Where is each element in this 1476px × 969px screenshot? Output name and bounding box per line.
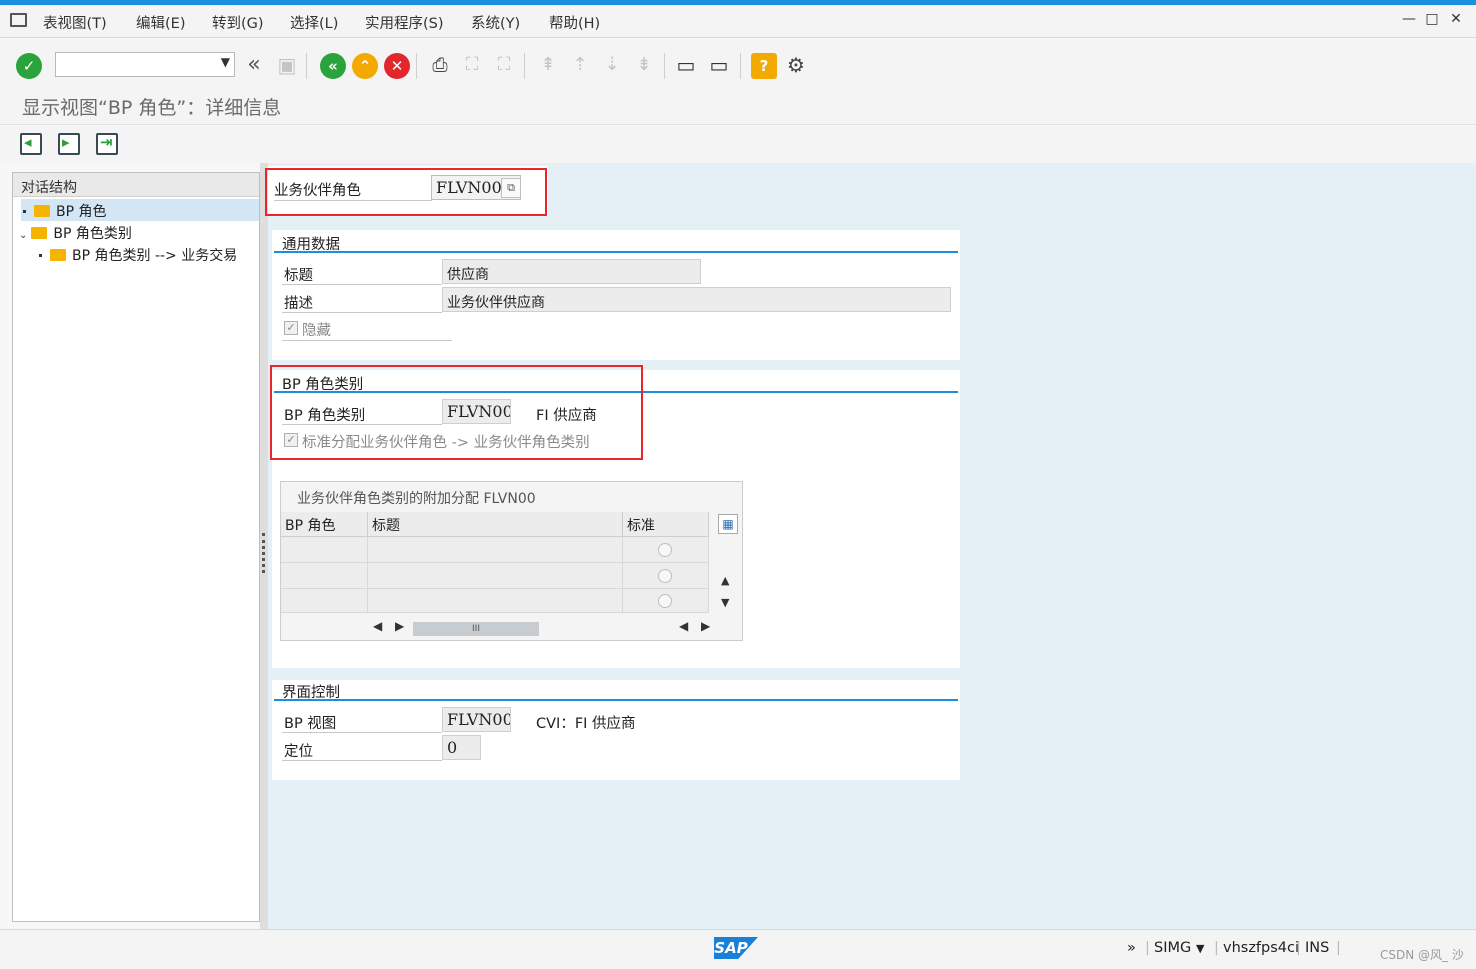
standard-radio[interactable]: [658, 543, 672, 557]
next-page-icon[interactable]: ⇣: [600, 52, 624, 78]
description-label: 描述: [284, 296, 313, 312]
position-label: 定位: [284, 744, 313, 760]
status-bar: SAP » | SIMG ▼ | vhszfps4ci | INS | CSDN…: [0, 929, 1476, 969]
input-mode[interactable]: INS: [1305, 940, 1329, 956]
next-entry-icon[interactable]: ▸: [58, 133, 80, 155]
server-name: vhszfps4ci: [1223, 940, 1300, 956]
folder-icon: [34, 205, 50, 217]
menu-item-help[interactable]: 帮助(H): [549, 12, 600, 33]
chevron-down-icon[interactable]: ▼: [1196, 942, 1204, 955]
bp-view-field[interactable]: FLVN00: [442, 707, 511, 732]
hidden-label: 隐藏: [302, 323, 331, 339]
folder-icon: [50, 249, 66, 261]
horizontal-scrollbar[interactable]: III: [413, 622, 539, 636]
last-page-icon[interactable]: ⇟: [632, 52, 656, 78]
standard-toolbar: ✓ ▼ « ▣ « ⌃ ✕ ⎙ ⛶ ⛶ ⇞ ⇡ ⇣ ⇟ ▭ ▭ ? ⚙: [0, 39, 1476, 85]
title-bar: 显示视图“BP 角色”：详细信息: [0, 85, 1476, 125]
table-row[interactable]: [281, 589, 368, 613]
scroll-down-icon[interactable]: ▼: [721, 596, 729, 609]
scroll-left-icon[interactable]: ◀: [373, 619, 382, 633]
menu-item-goto[interactable]: 转到(G): [212, 12, 264, 33]
tree-node-bp-role-category[interactable]: ⌄ BP 角色类别: [19, 221, 132, 243]
watermark: CSDN @风_ 沙: [1380, 948, 1464, 962]
bp-view-label: BP 视图: [284, 716, 337, 732]
expand-caret-icon[interactable]: ⌄: [19, 230, 27, 241]
select-entry-icon[interactable]: ⇥: [96, 133, 118, 155]
back-icon[interactable]: «: [320, 53, 346, 79]
additional-assignment-table: 业务伙伴角色类别的附加分配 FLVN00 BP 角色 标题 标准 ▦ ▲ ▼ ◀…: [280, 481, 743, 641]
find-next-icon[interactable]: ⛶: [492, 52, 516, 78]
column-header-bp-role[interactable]: BP 角色: [281, 512, 368, 537]
folder-icon: [31, 227, 48, 239]
standard-radio[interactable]: [658, 569, 672, 583]
page-title: 显示视图“BP 角色”：详细信息: [22, 97, 282, 119]
description-field[interactable]: 业务伙伴供应商: [442, 287, 951, 312]
highlight-box: [265, 168, 547, 216]
save-icon[interactable]: ▣: [275, 52, 299, 78]
scroll-right-icon[interactable]: ▶: [701, 619, 710, 633]
command-field[interactable]: ▼: [55, 52, 235, 77]
tree-header: 对话结构: [13, 173, 259, 197]
print-icon[interactable]: ⎙: [428, 52, 452, 78]
maximize-button[interactable]: □: [1423, 11, 1441, 31]
exit-icon[interactable]: ⌃: [352, 53, 378, 79]
sap-logo: SAP: [714, 937, 758, 959]
close-window-button[interactable]: ✕: [1447, 11, 1465, 31]
prev-page-icon[interactable]: ⇡: [568, 52, 592, 78]
application-toolbar: ◂ ▸ ⇥: [0, 126, 1476, 163]
hidden-checkbox[interactable]: ✓: [284, 321, 298, 335]
menu-item-table-view[interactable]: 表视图(T): [43, 12, 107, 33]
column-header-title[interactable]: 标题: [368, 512, 623, 537]
previous-entry-icon[interactable]: ◂: [20, 133, 42, 155]
menu-item-selection[interactable]: 选择(L): [290, 12, 338, 33]
minimize-button[interactable]: —: [1400, 11, 1418, 31]
transaction-code[interactable]: SIMG: [1154, 940, 1191, 956]
scroll-left-icon[interactable]: ◀: [679, 619, 688, 633]
bp-view-text: CVI：FI 供应商: [536, 716, 636, 732]
position-field[interactable]: 0: [442, 735, 481, 760]
table-row[interactable]: [281, 537, 368, 563]
standard-radio[interactable]: [658, 594, 672, 608]
create-session-icon[interactable]: ▭: [674, 52, 698, 78]
menu-item-utilities[interactable]: 实用程序(S): [365, 12, 444, 33]
help-icon[interactable]: ?: [751, 53, 777, 79]
scroll-right-icon[interactable]: ▶: [395, 619, 404, 633]
collapse-toolbar-icon[interactable]: «: [242, 52, 266, 78]
menu-list-icon[interactable]: [10, 13, 27, 27]
tree-node-bp-role[interactable]: BP 角色: [21, 199, 259, 221]
chevron-down-icon[interactable]: ▼: [221, 55, 230, 69]
highlight-box: [270, 365, 643, 460]
shortcut-icon[interactable]: ▭: [707, 52, 731, 78]
menu-item-system[interactable]: 系统(Y): [471, 12, 520, 33]
table-settings-icon[interactable]: ▦: [718, 514, 738, 534]
find-icon[interactable]: ⛶: [460, 52, 484, 78]
heading-field[interactable]: 供应商: [442, 259, 701, 284]
table-title: 业务伙伴角色类别的附加分配 FLVN00: [297, 491, 536, 507]
menu-bar: 表视图(T) 编辑(E) 转到(G) 选择(L) 实用程序(S) 系统(Y) 帮…: [0, 5, 1476, 38]
table-row[interactable]: [281, 563, 368, 589]
cancel-icon[interactable]: ✕: [384, 53, 410, 79]
scroll-up-icon[interactable]: ▲: [721, 574, 729, 587]
dialog-structure-tree: 对话结构 BP 角色 ⌄ BP 角色类别 BP 角色类别 --> 业务交易: [12, 172, 260, 922]
tree-node-category-transaction[interactable]: BP 角色类别 --> 业务交易: [39, 243, 237, 265]
enter-icon[interactable]: ✓: [16, 53, 42, 79]
menu-item-edit[interactable]: 编辑(E): [136, 12, 185, 33]
column-header-standard[interactable]: 标准: [623, 512, 709, 537]
first-page-icon[interactable]: ⇞: [536, 52, 560, 78]
settings-icon[interactable]: ⚙: [784, 52, 808, 78]
heading-label: 标题: [284, 268, 313, 284]
detail-area: 业务伙伴角色 FLVN00 ⧉ 通用数据 标题 供应商 描述 业务伙伴供应商 ✓…: [265, 163, 1476, 929]
splitter[interactable]: [260, 163, 268, 929]
expand-status-icon[interactable]: »: [1127, 940, 1136, 956]
